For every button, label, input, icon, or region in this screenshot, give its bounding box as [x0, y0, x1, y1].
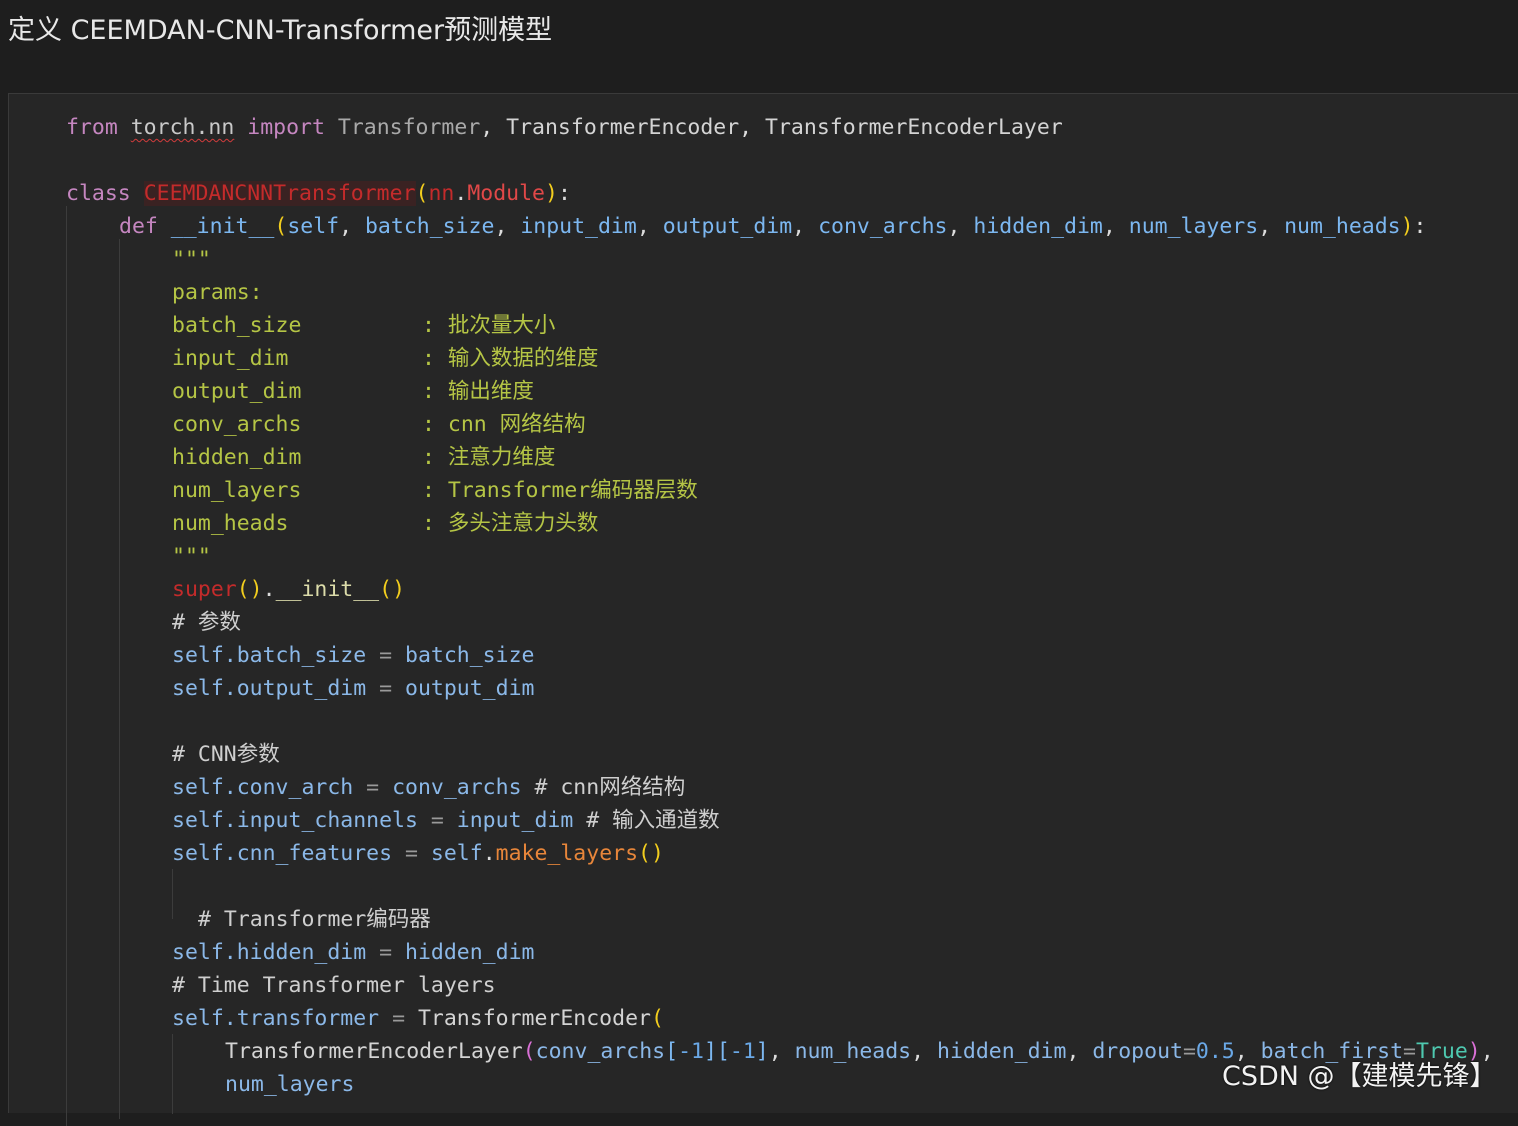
code-block[interactable]: from torch.nn import Transformer, Transf… [8, 93, 1518, 1126]
docstring-row-desc: : 注意力维度 [422, 445, 556, 470]
code-line-batch-size: self.batch_size = batch_size [172, 643, 535, 668]
docstring-row-desc: : 多头注意力头数 [422, 511, 599, 536]
docstring-row-desc: : Transformer编码器层数 [422, 478, 698, 503]
indent-guide [119, 239, 120, 1119]
docstring-row-desc: : 输出维度 [422, 379, 534, 404]
docstring-params: params: [172, 280, 263, 305]
docstring-row-desc: : cnn 网络结构 [422, 412, 586, 437]
code-line-hidden-dim: self.hidden_dim = hidden_dim [172, 940, 535, 965]
docstring-row-desc: : 批次量大小 [422, 313, 556, 338]
docstring-row-desc: : 输入数据的维度 [422, 346, 599, 371]
docstring-row: hidden_dim [172, 445, 302, 470]
code-line-class: class CEEMDANCNNTransformer(nn.Module): [66, 181, 571, 206]
code-line-super: super().__init__() [172, 577, 406, 602]
code-line-def: def __init__(self, batch_size, input_dim… [119, 214, 1427, 239]
docstring-row: conv_archs [172, 412, 302, 437]
docstring-row: num_layers [172, 478, 302, 503]
comment-params: # 参数 [172, 610, 241, 635]
code-line-transformer: self.transformer = TransformerEncoder( [172, 1006, 664, 1031]
indent-guide [172, 869, 173, 919]
page-title: 定义 CEEMDAN-CNN-Transformer预测模型 [8, 15, 553, 46]
comment-time-transformer: # Time Transformer layers [172, 973, 496, 998]
docstring-row: num_heads [172, 511, 289, 536]
code-line-conv-arch: self.conv_arch = conv_archs # cnn网络结构 [172, 775, 686, 800]
code-line-import: from torch.nn import Transformer, Transf… [66, 115, 1063, 140]
docstring-row: batch_size [172, 313, 302, 338]
watermark: CSDN @【建模先锋】 [1222, 1061, 1497, 1092]
docstring-row: output_dim [172, 379, 302, 404]
docstring-open: """ [172, 247, 211, 272]
code-line-cnn-features: self.cnn_features = self.make_layers() [172, 841, 664, 866]
docstring-close: """ [172, 544, 211, 569]
docstring-row: input_dim [172, 346, 289, 371]
comment-cnn: # CNN参数 [172, 742, 280, 767]
comment-encoder: # Transformer编码器 [198, 907, 431, 932]
indent-guide [66, 206, 67, 1126]
code-line-output-dim: self.output_dim = output_dim [172, 676, 535, 701]
code-line-input-channels: self.input_channels = input_dim # 输入通道数 [172, 808, 720, 833]
indent-guide [172, 1034, 173, 1114]
code-line-num-layers: num_layers [225, 1072, 355, 1097]
